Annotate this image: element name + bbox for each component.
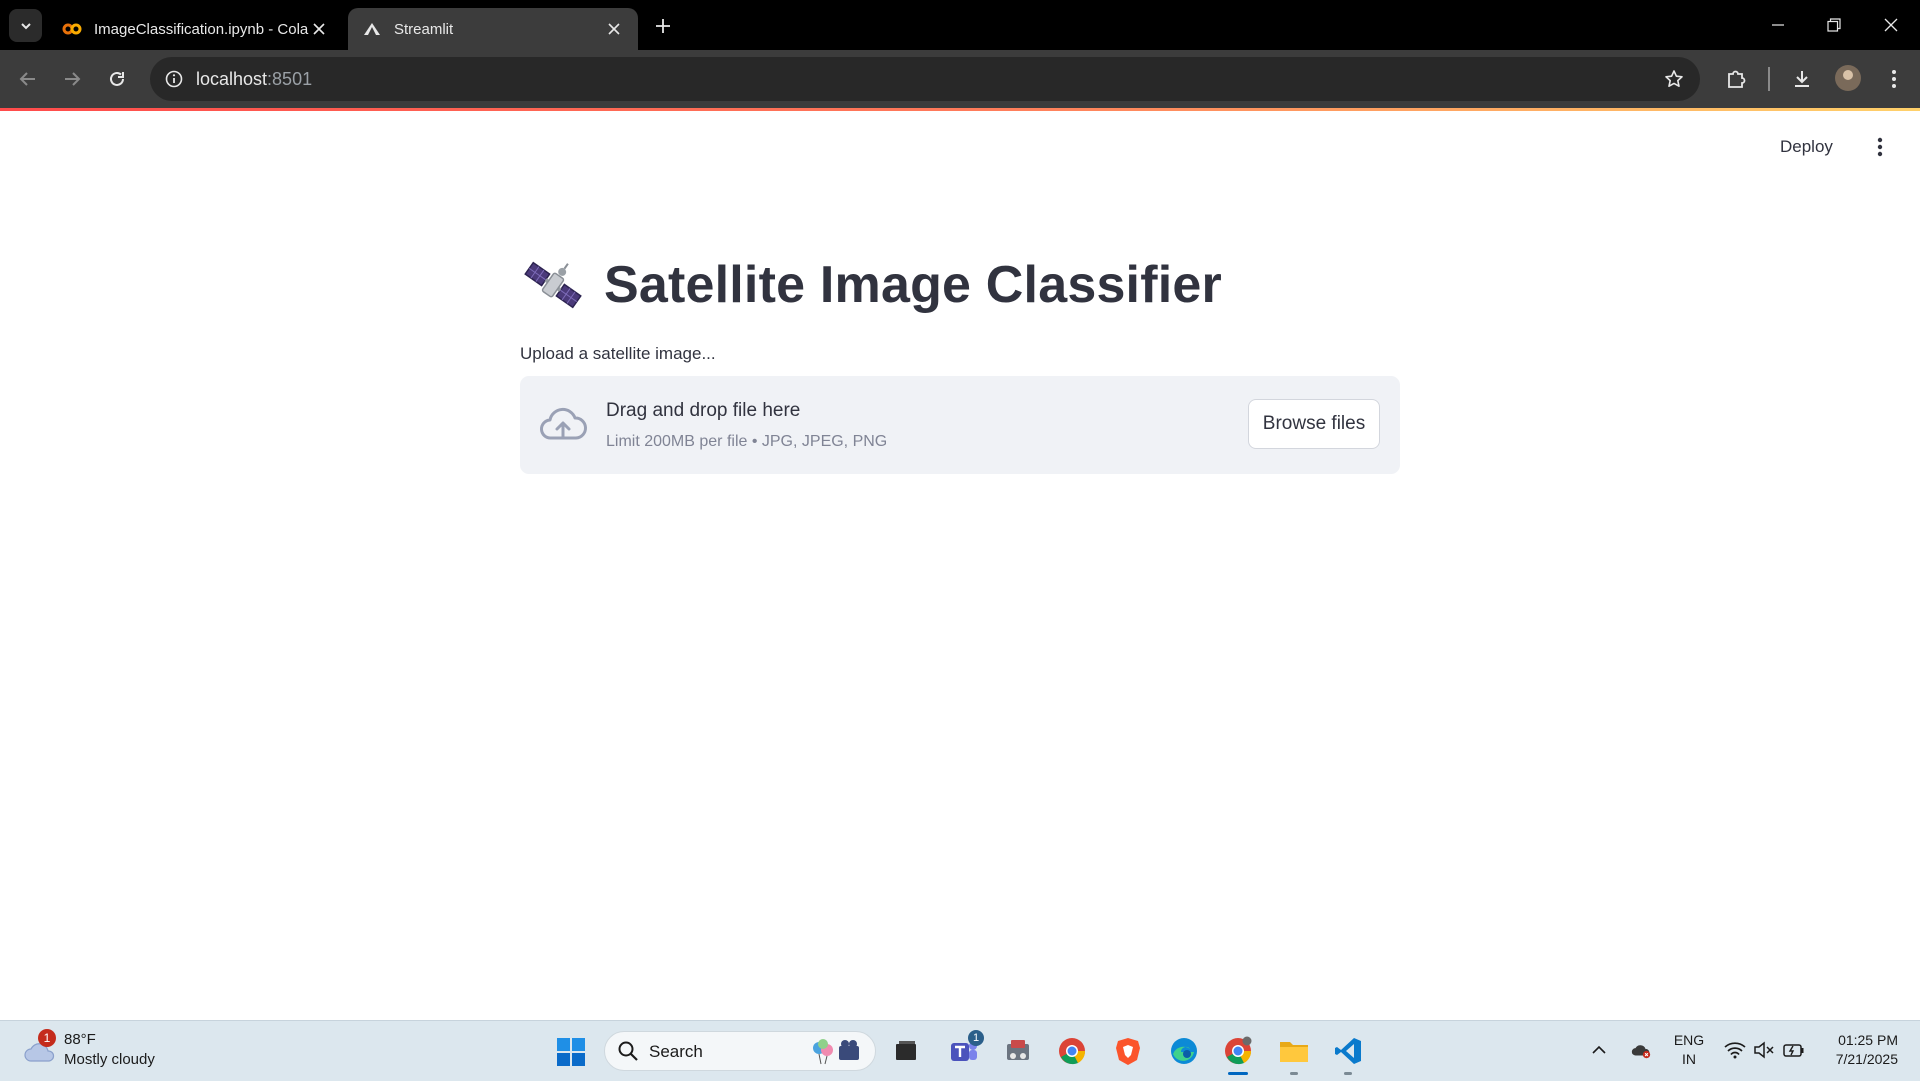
wifi-tray[interactable]	[1724, 1039, 1746, 1061]
weather-notification-badge: 1	[38, 1029, 56, 1047]
streamlit-logo-icon	[362, 19, 382, 39]
vscode-icon	[1335, 1038, 1361, 1064]
kebab-menu-icon	[1892, 70, 1896, 88]
profile-avatar[interactable]	[1835, 65, 1861, 91]
browser-tab-strip: ImageClassification.ipynb - Colab Stream…	[0, 0, 1920, 50]
app-main-menu-button[interactable]	[1868, 134, 1892, 160]
weather-description[interactable]: Mostly cloudy	[64, 1051, 155, 1068]
url-port: :8501	[267, 69, 313, 89]
tab-title: Streamlit	[394, 20, 454, 38]
toolbar-divider	[1768, 67, 1770, 91]
restore-button[interactable]	[1821, 12, 1847, 38]
streamlit-header-decoration	[0, 108, 1920, 111]
show-hidden-icons-button[interactable]	[1588, 1039, 1610, 1061]
taskbar-search-placeholder: Search	[649, 1042, 703, 1061]
close-icon[interactable]	[604, 19, 624, 39]
extensions-button[interactable]	[1722, 65, 1750, 93]
task-view-icon	[896, 1041, 916, 1060]
input-language-indicator[interactable]: ENG IN	[1672, 1031, 1706, 1069]
page-title: Satellite Image Classifier	[520, 250, 1222, 320]
kebab-menu-icon	[1877, 137, 1883, 157]
tab-colab[interactable]: ImageClassification.ipynb - Colab	[48, 8, 343, 50]
arrow-left-icon	[19, 72, 35, 86]
taskbar-app-network-tool[interactable]	[1002, 1035, 1034, 1067]
chrome-icon	[1225, 1036, 1252, 1065]
cloud-upload-icon	[540, 407, 587, 440]
forward-button[interactable]	[58, 65, 86, 93]
dropzone-instructions: Drag and drop file here	[606, 400, 801, 421]
satellite-icon	[524, 261, 582, 309]
taskbar-search-box[interactable]: Search	[604, 1031, 876, 1071]
taskbar-app-task-view[interactable]	[890, 1035, 922, 1067]
volume-muted-icon	[1754, 1041, 1774, 1059]
taskbar-app-chrome[interactable]	[1056, 1035, 1088, 1067]
system-clock[interactable]: 01:25 PM 7/21/2025	[1818, 1031, 1898, 1069]
edge-icon	[1171, 1038, 1197, 1064]
taskbar-app-brave[interactable]	[1112, 1035, 1144, 1067]
bookmark-star-icon[interactable]	[1662, 67, 1686, 91]
new-tab-button[interactable]	[650, 13, 676, 39]
teams-notification-badge: 1	[968, 1030, 984, 1046]
close-icon[interactable]	[309, 19, 329, 39]
back-button[interactable]	[14, 65, 42, 93]
search-icon	[618, 1041, 638, 1061]
chrome-icon	[1059, 1038, 1086, 1065]
battery-charging-icon	[1783, 1044, 1804, 1057]
browser-menu-button[interactable]	[1880, 65, 1908, 93]
close-window-button[interactable]	[1878, 12, 1904, 38]
brave-icon	[1116, 1038, 1140, 1065]
reload-button[interactable]	[103, 65, 131, 93]
colab-logo-icon	[62, 19, 82, 39]
minimize-button[interactable]	[1765, 12, 1791, 38]
windows-start-icon[interactable]	[556, 1037, 586, 1067]
minimize-icon	[1772, 24, 1784, 26]
close-icon	[1884, 18, 1898, 32]
file-uploader-label: Upload a satellite image...	[520, 344, 716, 363]
folder-icon	[1280, 1042, 1308, 1062]
page-title-text: Satellite Image Classifier	[604, 256, 1222, 314]
wifi-icon	[1724, 1042, 1746, 1059]
onedrive-tray[interactable]	[1630, 1039, 1652, 1061]
network-tool-icon	[1007, 1040, 1029, 1060]
tab-title: ImageClassification.ipynb - Colab	[94, 20, 309, 38]
deploy-button[interactable]: Deploy	[1780, 134, 1833, 160]
cloud-error-icon	[1631, 1045, 1651, 1059]
file-dropzone[interactable]: Drag and drop file here Limit 200MB per …	[520, 376, 1400, 474]
chevron-down-icon	[20, 22, 31, 29]
weather-temperature[interactable]: 88°F	[64, 1031, 96, 1048]
browse-files-button[interactable]: Browse files	[1248, 399, 1380, 449]
tab-streamlit[interactable]: Streamlit	[348, 8, 638, 50]
taskbar-app-chrome-active[interactable]	[1222, 1035, 1254, 1075]
tab-search-dropdown-button[interactable]	[9, 9, 42, 42]
taskbar-app-file-explorer[interactable]	[1278, 1035, 1310, 1075]
address-bar[interactable]: localhost:8501	[150, 57, 1700, 101]
arrow-right-icon	[65, 72, 81, 86]
downloads-button[interactable]	[1788, 65, 1816, 93]
language-code: ENG	[1673, 1032, 1705, 1048]
search-highlight-icon	[813, 1039, 859, 1065]
windows-taskbar: 1 88°F Mostly cloudy Search 1 ENG IN 01:…	[0, 1020, 1920, 1081]
plus-icon	[656, 19, 670, 33]
battery-tray[interactable]	[1783, 1039, 1805, 1061]
region-code: IN	[1682, 1051, 1696, 1067]
url-text: localhost:8501	[196, 69, 312, 90]
taskbar-app-vscode[interactable]	[1332, 1035, 1364, 1075]
clock-time: 01:25 PM	[1838, 1032, 1898, 1048]
taskbar-app-edge[interactable]	[1168, 1035, 1200, 1067]
dropzone-limit-text: Limit 200MB per file • JPG, JPEG, PNG	[606, 433, 888, 450]
taskbar-app-teams[interactable]: 1	[948, 1030, 984, 1067]
reload-icon	[110, 71, 124, 86]
chevron-up-icon	[1592, 1045, 1606, 1054]
puzzle-icon	[1728, 70, 1746, 88]
url-host: localhost	[196, 69, 268, 89]
download-icon	[1795, 71, 1809, 87]
browser-toolbar: localhost:8501	[0, 50, 1920, 108]
restore-icon	[1827, 18, 1841, 32]
clock-date: 7/21/2025	[1835, 1051, 1898, 1067]
volume-tray[interactable]	[1753, 1039, 1775, 1061]
site-info-icon[interactable]	[162, 67, 186, 91]
